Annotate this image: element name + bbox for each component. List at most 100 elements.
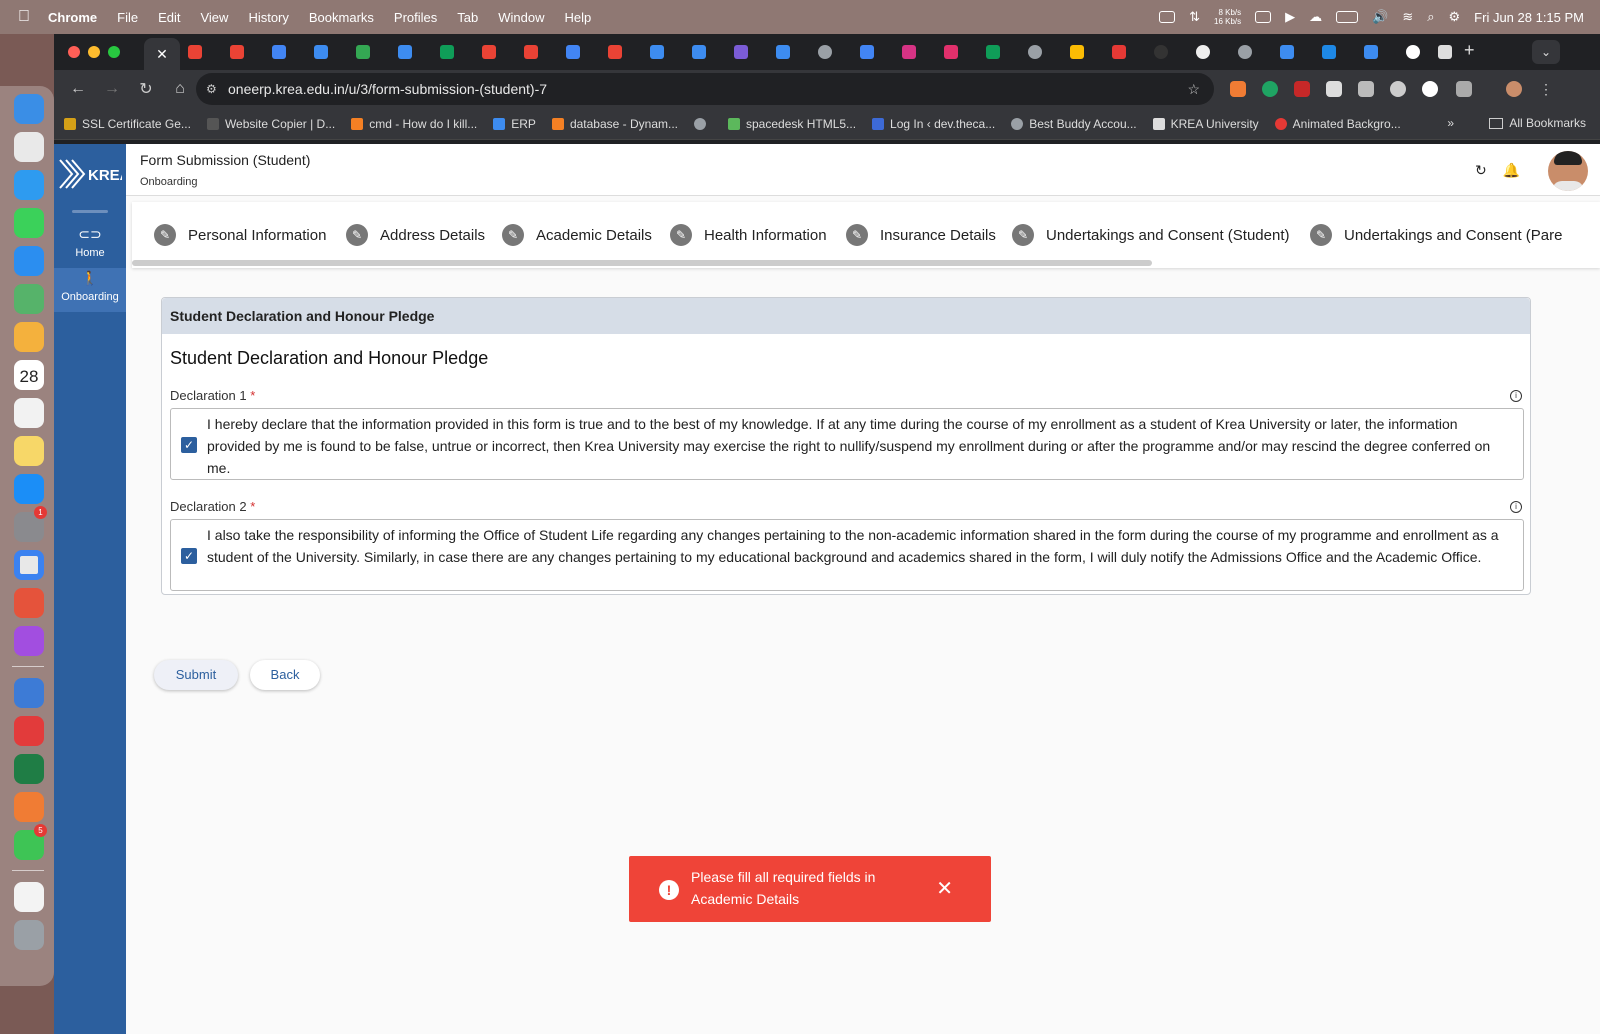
site-settings-icon[interactable]: ⚙ bbox=[206, 73, 217, 105]
step-personal-information[interactable]: ✎ Personal Information bbox=[154, 224, 326, 246]
menu-app-name[interactable]: Chrome bbox=[48, 10, 97, 25]
declaration-2-checkbox[interactable]: ✓ bbox=[181, 548, 197, 564]
launchpad-icon[interactable] bbox=[14, 132, 44, 162]
extensions-puzzle-icon[interactable] bbox=[1456, 81, 1472, 97]
tab-gmail[interactable] bbox=[188, 45, 202, 59]
tab-app[interactable] bbox=[1322, 45, 1336, 59]
step-insurance-details[interactable]: ✎ Insurance Details bbox=[846, 224, 996, 246]
step-health-information[interactable]: ✎ Health Information bbox=[670, 224, 827, 246]
tab-app[interactable] bbox=[1112, 45, 1126, 59]
reload-icon[interactable]: ↻ bbox=[136, 79, 156, 99]
tab-forms[interactable] bbox=[734, 45, 748, 59]
spotlight-search-icon[interactable]: ⌕ bbox=[1427, 9, 1434, 25]
tab-krea[interactable] bbox=[650, 45, 664, 59]
bookmark-item[interactable]: spacedesk HTML5... bbox=[728, 117, 856, 131]
messages-icon[interactable] bbox=[14, 208, 44, 238]
battery-icon[interactable] bbox=[1336, 11, 1359, 23]
new-tab-button[interactable]: + bbox=[1464, 40, 1475, 61]
tab-google[interactable] bbox=[1406, 45, 1420, 59]
display-icon[interactable] bbox=[1255, 11, 1272, 23]
declaration-1-checkbox[interactable]: ✓ bbox=[181, 437, 197, 453]
tab-docs[interactable] bbox=[860, 45, 874, 59]
extension-icon[interactable] bbox=[1422, 81, 1438, 97]
menu-window[interactable]: Window bbox=[498, 10, 544, 25]
info-icon[interactable]: i bbox=[1510, 390, 1522, 402]
tab-krea[interactable] bbox=[314, 45, 328, 59]
bookmark-item[interactable]: KREA University bbox=[1152, 117, 1259, 131]
info-icon[interactable]: i bbox=[1510, 501, 1522, 513]
declaration-2-text[interactable]: I also take the responsibility of inform… bbox=[207, 524, 1513, 568]
tab-chatgpt[interactable] bbox=[1438, 45, 1452, 59]
mail-icon[interactable] bbox=[14, 246, 44, 276]
extension-icon[interactable] bbox=[1326, 81, 1342, 97]
minimize-window-button[interactable] bbox=[88, 46, 100, 58]
trash-icon[interactable] bbox=[14, 920, 44, 950]
volume-icon[interactable]: 🔊 bbox=[1372, 9, 1388, 25]
address-bar[interactable]: ⚙ oneerp.krea.edu.in/u/3/form-submission… bbox=[196, 73, 1214, 105]
tab-krea[interactable] bbox=[398, 45, 412, 59]
active-tab-close-icon[interactable]: ✕ bbox=[144, 38, 180, 70]
menu-edit[interactable]: Edit bbox=[158, 10, 180, 25]
forward-arrow-icon[interactable]: → bbox=[102, 80, 122, 98]
step-undertakings-parent[interactable]: ✎ Undertakings and Consent (Pare bbox=[1310, 224, 1562, 246]
tab-krea[interactable] bbox=[776, 45, 790, 59]
refresh-icon[interactable]: ↻ bbox=[1475, 162, 1487, 178]
tab-krea[interactable] bbox=[692, 45, 706, 59]
network-globe-icon[interactable] bbox=[14, 678, 44, 708]
reminders-icon[interactable] bbox=[14, 398, 44, 428]
tab-app[interactable] bbox=[524, 45, 538, 59]
back-button[interactable]: Back bbox=[250, 660, 320, 690]
cloud-icon[interactable]: ☁ bbox=[1309, 9, 1322, 25]
tab-gmail[interactable] bbox=[608, 45, 622, 59]
pen-app-icon[interactable] bbox=[14, 792, 44, 822]
tab-krea[interactable] bbox=[1280, 45, 1294, 59]
bookmark-star-icon[interactable]: ☆ bbox=[1187, 73, 1200, 105]
menu-profiles[interactable]: Profiles bbox=[394, 10, 437, 25]
wifi-icon[interactable]: ≋ bbox=[1402, 9, 1413, 25]
safari-icon[interactable] bbox=[14, 170, 44, 200]
maps-icon[interactable] bbox=[14, 284, 44, 314]
chat-extension-icon[interactable] bbox=[1390, 81, 1406, 97]
tab-meet[interactable] bbox=[356, 45, 370, 59]
menu-file[interactable]: File bbox=[117, 10, 138, 25]
chrome-menu-icon[interactable]: ⋮ bbox=[1538, 81, 1554, 97]
extension-icon[interactable] bbox=[1294, 81, 1310, 97]
tab-docs[interactable] bbox=[272, 45, 286, 59]
tab-app[interactable] bbox=[902, 45, 916, 59]
bookmark-item[interactable]: Log In ‹ dev.theca... bbox=[872, 117, 995, 131]
bookmark-item[interactable]: cmd - How do I kill... bbox=[351, 117, 477, 131]
step-address-details[interactable]: ✎ Address Details bbox=[346, 224, 485, 246]
steps-scrollbar[interactable] bbox=[132, 260, 1152, 266]
tab-github[interactable] bbox=[1196, 45, 1210, 59]
close-window-button[interactable] bbox=[68, 46, 80, 58]
anydesk-red-icon[interactable] bbox=[14, 716, 44, 746]
zoom-window-button[interactable] bbox=[108, 46, 120, 58]
all-bookmarks-button[interactable]: All Bookmarks bbox=[1489, 116, 1586, 130]
tab-web[interactable] bbox=[1238, 45, 1252, 59]
app-store-icon[interactable] bbox=[14, 474, 44, 504]
step-academic-details[interactable]: ✎ Academic Details bbox=[502, 224, 652, 246]
control-center-icon[interactable]: ⚙ bbox=[1449, 9, 1461, 25]
menu-history[interactable]: History bbox=[248, 10, 288, 25]
profile-avatar-icon[interactable] bbox=[1506, 81, 1522, 97]
finder-icon[interactable] bbox=[14, 94, 44, 124]
chrome-icon[interactable] bbox=[14, 550, 44, 580]
bookmarks-overflow-icon[interactable]: » bbox=[1447, 116, 1454, 130]
close-icon[interactable]: ✕ bbox=[936, 876, 953, 901]
tab-gmail[interactable] bbox=[482, 45, 496, 59]
drive-icon[interactable] bbox=[1159, 11, 1176, 23]
photos-icon[interactable] bbox=[14, 322, 44, 352]
back-arrow-icon[interactable]: ← bbox=[68, 80, 88, 98]
krea-logo[interactable]: KREA bbox=[58, 156, 131, 190]
bell-icon[interactable]: 🔔 bbox=[1503, 162, 1520, 178]
bookmark-item[interactable]: Website Copier | D... bbox=[206, 117, 335, 131]
menu-help[interactable]: Help bbox=[565, 10, 592, 25]
extension-icon[interactable] bbox=[1262, 81, 1278, 97]
sidebar-item-onboarding[interactable]: 🚶 Onboarding bbox=[54, 268, 126, 312]
tab-drive[interactable] bbox=[1070, 45, 1084, 59]
tab-web[interactable] bbox=[818, 45, 832, 59]
avatar[interactable] bbox=[1548, 151, 1588, 191]
menu-tab[interactable]: Tab bbox=[457, 10, 478, 25]
anydesk-icon[interactable] bbox=[14, 588, 44, 618]
bookmark-item[interactable]: database - Dynam... bbox=[551, 117, 678, 131]
